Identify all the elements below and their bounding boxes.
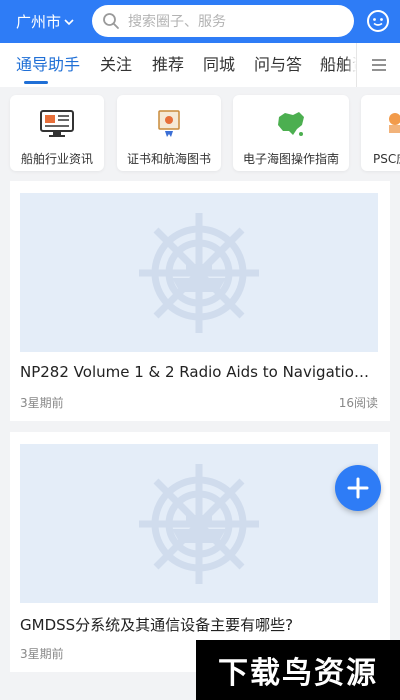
category-strip: 船舶行业资讯 证书和航海图书 电子海图操作指南 PSC应 <box>0 87 400 179</box>
search-icon <box>103 13 119 29</box>
chevron-down-icon <box>64 18 74 25</box>
category-label: PSC应 <box>373 152 400 166</box>
feed-time: 3星期前 <box>20 396 64 410</box>
psc-icon <box>389 113 400 133</box>
feed-title: GMDSS分系统及其通信设备主要有哪些? <box>20 616 294 634</box>
category-ecdis-guide[interactable]: 电子海图操作指南 <box>233 95 349 171</box>
thumbnail-placeholder <box>20 444 378 603</box>
category-psc[interactable]: PSC应 <box>361 95 400 171</box>
feed-read-count: 16阅读 <box>338 396 378 410</box>
feed-title: NP282 Volume 1 & 2 Radio Aids to Navigat… <box>20 363 378 381</box>
tab-follow[interactable]: 关注 <box>100 43 132 87</box>
category-label: 电子海图操作指南 <box>242 152 339 166</box>
active-tab-indicator <box>24 81 48 84</box>
city-selector[interactable]: 广州市 <box>16 11 78 32</box>
tabs-fade <box>346 43 356 87</box>
category-certificates[interactable]: 证书和航海图书 <box>117 95 221 171</box>
tabs-menu-button[interactable] <box>356 43 400 87</box>
thumbnail-placeholder <box>20 193 378 352</box>
monitor-icon <box>40 110 74 137</box>
tab-recommend[interactable]: 推荐 <box>152 43 184 87</box>
add-post-button[interactable] <box>335 465 381 511</box>
feed-card[interactable]: NP282 Volume 1 & 2 Radio Aids to Navigat… <box>10 181 390 421</box>
search-placeholder: 搜索圈子、服务 <box>128 14 226 30</box>
menu-icon <box>371 59 386 71</box>
category-label: 证书和航海图书 <box>126 152 211 166</box>
feed-card[interactable]: GMDSS分系统及其通信设备主要有哪些? 3星期前 <box>10 432 390 672</box>
map-icon <box>278 112 304 136</box>
ship-wheel-logo-icon <box>139 463 259 584</box>
certificate-icon <box>158 110 180 137</box>
top-bar: 广州市 搜索圈子、服务 <box>0 0 400 43</box>
tab-qa[interactable]: 问与答 <box>254 43 302 87</box>
plus-icon <box>347 477 369 499</box>
category-label: 船舶行业资讯 <box>20 152 93 166</box>
feed-time: 3星期前 <box>20 647 64 661</box>
message-icon[interactable] <box>366 9 390 33</box>
channel-tabs: 通导助手 关注 推荐 同城 问与答 船舶资 <box>0 43 400 87</box>
ship-wheel-logo-icon <box>139 212 259 333</box>
tab-local[interactable]: 同城 <box>203 43 235 87</box>
category-ship-news[interactable]: 船舶行业资讯 <box>10 95 104 171</box>
watermark: 下载鸟资源 <box>196 640 400 700</box>
search-input[interactable]: 搜索圈子、服务 <box>92 5 354 37</box>
city-label: 广州市 <box>16 13 62 31</box>
